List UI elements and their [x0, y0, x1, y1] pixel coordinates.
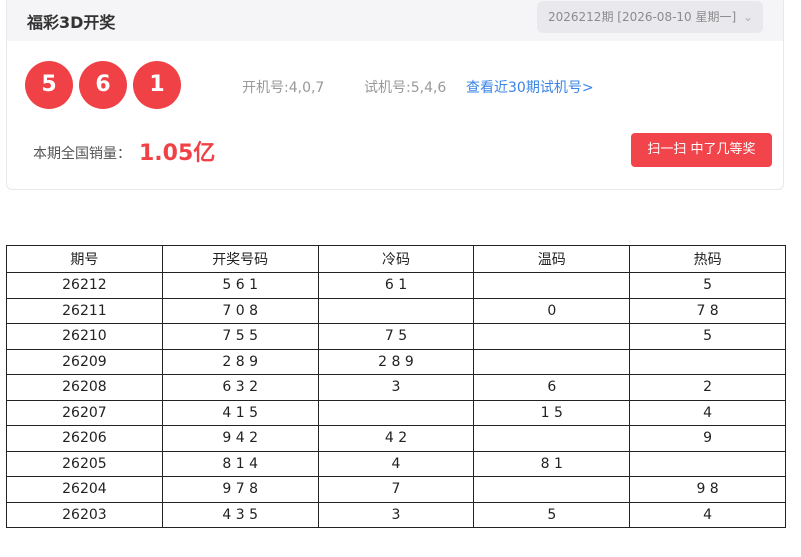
- cell-numbers: 8 1 4: [161, 450, 319, 477]
- machine-number: 开机号:4,0,7: [242, 80, 325, 96]
- cell-issue: 26210: [6, 323, 163, 350]
- cell-issue: 26209: [6, 348, 163, 375]
- scan-prize-button[interactable]: 扫一扫 中了几等奖: [631, 133, 772, 167]
- issue-select-value: 2026212期 [2026-08-10 星期一]: [548, 10, 737, 24]
- draw-ball: 6: [79, 61, 127, 109]
- cell-hot: 9 8: [629, 476, 786, 503]
- cell-numbers: 4 1 5: [161, 399, 319, 426]
- cell-cold: 6 1: [317, 272, 475, 299]
- cell-issue: 26207: [6, 399, 163, 426]
- cell-issue: 26212: [6, 272, 163, 299]
- cell-numbers: 9 7 8: [161, 476, 319, 503]
- cell-cold: 4 2: [317, 425, 475, 452]
- column-header-hot: 热码: [629, 245, 786, 273]
- chevron-down-icon: ⌄: [742, 10, 753, 24]
- cell-cold: 2 8 9: [317, 348, 475, 375]
- cell-numbers: 9 4 2: [161, 425, 319, 452]
- cell-warm: [473, 348, 631, 375]
- history-table: 期号 开奖号码 冷码 温码 热码 26212 5 6 1 6 1 5 26211…: [6, 245, 786, 528]
- cell-hot: 2: [629, 374, 786, 401]
- sales-label: 本期全国销量：: [33, 146, 131, 162]
- table-row: 26208 6 3 2 3 6 2: [6, 374, 786, 401]
- table-row: 26206 9 4 2 4 2 9: [6, 425, 786, 452]
- column-header-issue: 期号: [6, 245, 163, 273]
- table-row: 26209 2 8 9 2 8 9: [6, 348, 786, 375]
- test-number: 试机号:5,4,6: [364, 80, 447, 96]
- table-row: 26212 5 6 1 6 1 5: [6, 272, 786, 299]
- cell-issue: 26203: [6, 501, 163, 528]
- table-row: 26203 4 3 5 3 5 4: [6, 501, 786, 528]
- cell-hot: 9: [629, 425, 786, 452]
- cell-numbers: 4 3 5: [161, 501, 319, 528]
- card-header: 福彩3D开奖 2026212期 [2026-08-10 星期一] ⌄: [7, 0, 783, 41]
- page-title: 福彩3D开奖: [27, 13, 116, 32]
- cell-cold: 3: [317, 374, 475, 401]
- cell-cold: 7: [317, 476, 475, 503]
- cell-issue: 26204: [6, 476, 163, 503]
- cell-warm: [473, 323, 631, 350]
- cell-cold: 7 5: [317, 323, 475, 350]
- test-number-history-link[interactable]: 查看近30期试机号>: [466, 77, 594, 97]
- table-row: 26204 9 7 8 7 9 8: [6, 476, 786, 503]
- cell-issue: 26205: [6, 450, 163, 477]
- cell-hot: 5: [629, 272, 786, 299]
- cell-cold: 4: [317, 450, 475, 477]
- cell-hot: [629, 348, 786, 375]
- cell-warm: [473, 476, 631, 503]
- cell-warm: [473, 425, 631, 452]
- table-row: 26205 8 1 4 4 8 1: [6, 450, 786, 477]
- draw-ball: 5: [25, 61, 73, 109]
- cell-warm: [473, 272, 631, 299]
- cell-issue: 26211: [6, 297, 163, 324]
- cell-hot: 4: [629, 501, 786, 528]
- table-row: 26211 7 0 8 0 7 8: [6, 297, 786, 324]
- cell-hot: 5: [629, 323, 786, 350]
- cell-warm: 6: [473, 374, 631, 401]
- cell-warm: 8 1: [473, 450, 631, 477]
- draw-ball: 1: [133, 61, 181, 109]
- cell-issue: 26208: [6, 374, 163, 401]
- column-header-cold: 冷码: [317, 245, 475, 273]
- cell-warm: 0: [473, 297, 631, 324]
- column-header-numbers: 开奖号码: [161, 245, 319, 273]
- cell-numbers: 2 8 9: [161, 348, 319, 375]
- cell-cold: [317, 297, 475, 324]
- cell-cold: 3: [317, 501, 475, 528]
- cell-issue: 26206: [6, 425, 163, 452]
- cell-hot: 7 8: [629, 297, 786, 324]
- table-row: 26210 7 5 5 7 5 5: [6, 323, 786, 350]
- cell-cold: [317, 399, 475, 426]
- cell-hot: 4: [629, 399, 786, 426]
- cell-warm: 5: [473, 501, 631, 528]
- cell-numbers: 7 5 5: [161, 323, 319, 350]
- issue-select[interactable]: 2026212期 [2026-08-10 星期一] ⌄: [537, 1, 763, 33]
- table-row: 26207 4 1 5 1 5 4: [6, 399, 786, 426]
- cell-numbers: 6 3 2: [161, 374, 319, 401]
- cell-numbers: 5 6 1: [161, 272, 319, 299]
- cell-warm: 1 5: [473, 399, 631, 426]
- cell-numbers: 7 0 8: [161, 297, 319, 324]
- column-header-warm: 温码: [473, 245, 631, 273]
- cell-hot: [629, 450, 786, 477]
- table-header-row: 期号 开奖号码 冷码 温码 热码: [6, 245, 786, 273]
- sales-value: 1.05亿: [139, 141, 216, 166]
- draw-result-card: 福彩3D开奖 2026212期 [2026-08-10 星期一] ⌄ 5 6 1…: [6, 0, 784, 190]
